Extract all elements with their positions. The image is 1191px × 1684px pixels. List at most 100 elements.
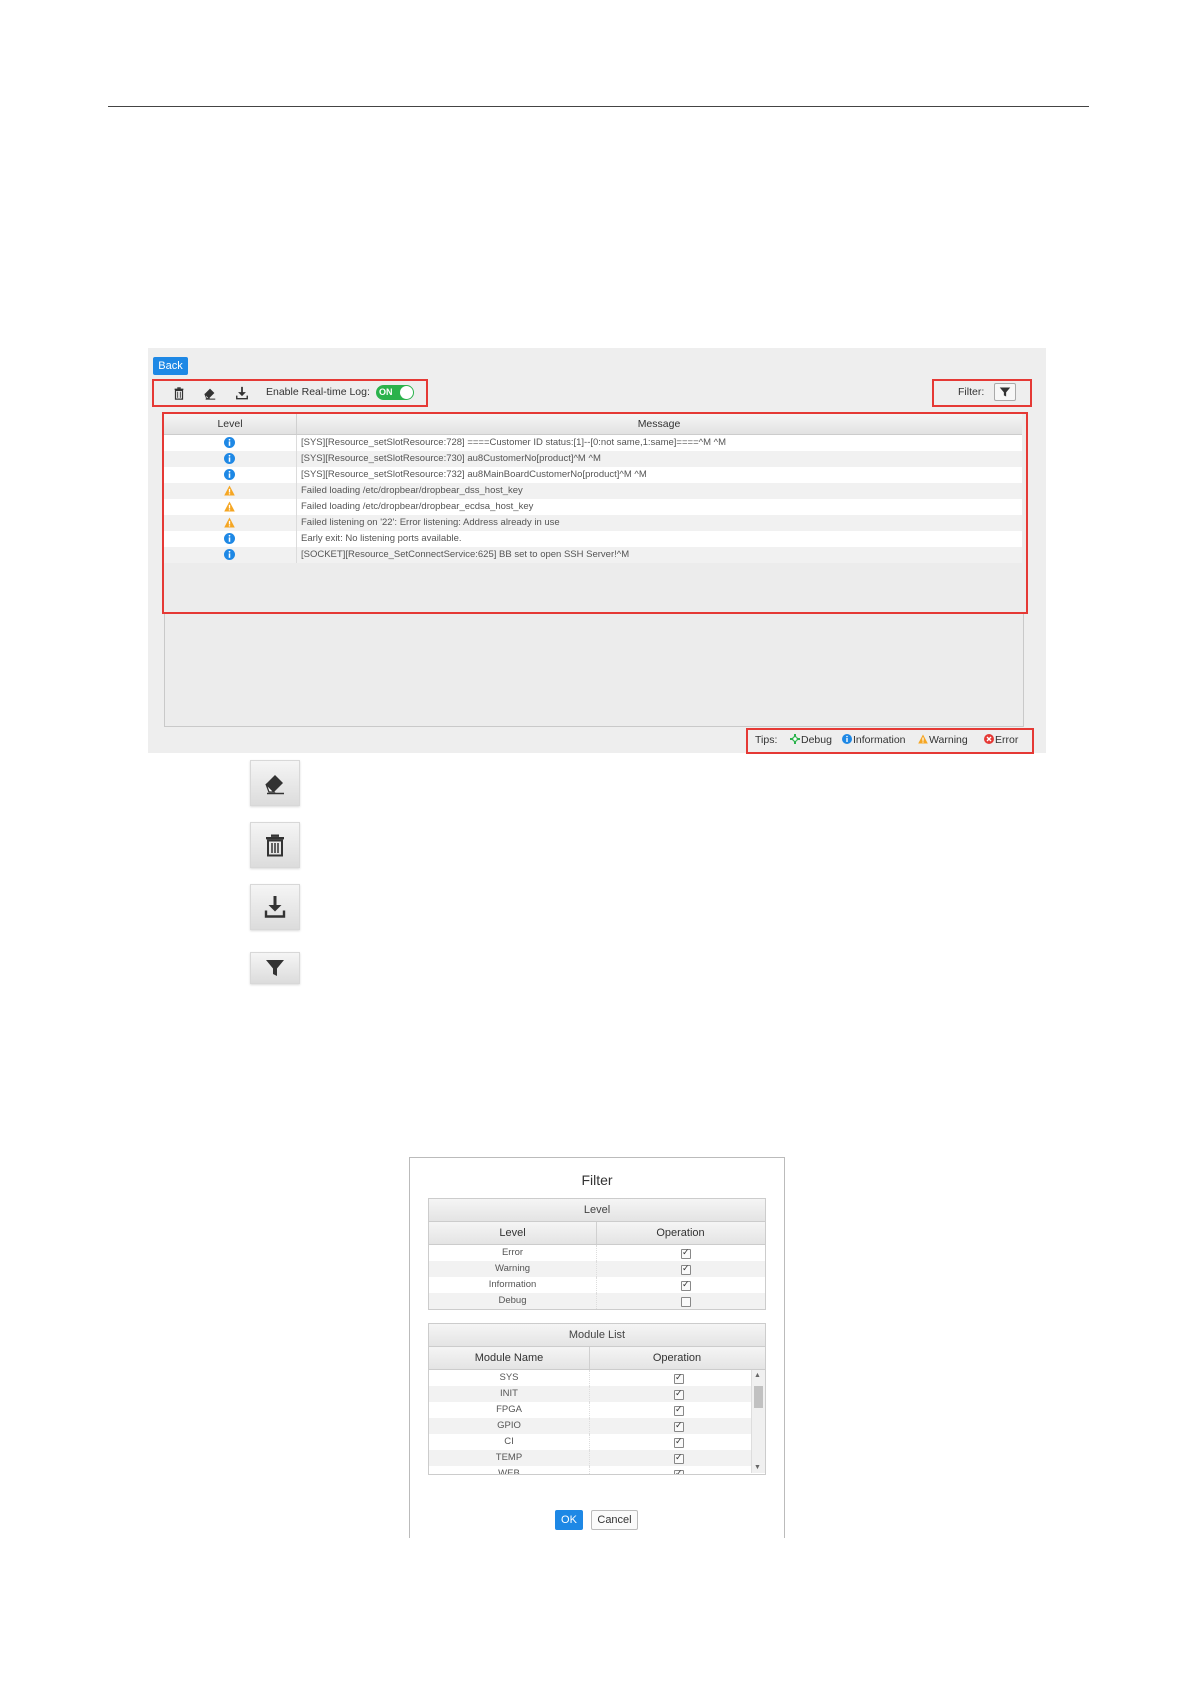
error-icon (984, 734, 994, 744)
log-row: Failed listening on '22': Error listenin… (164, 515, 1022, 531)
filter-checkbox[interactable] (674, 1452, 684, 1464)
eraser-icon (265, 775, 284, 795)
log-level-cell (164, 483, 297, 499)
log-level-cell (164, 531, 297, 547)
debug-icon (790, 734, 800, 744)
log-level-cell (164, 467, 297, 483)
filter-row-name: WEB (429, 1466, 590, 1474)
toggle-knob (400, 386, 413, 399)
tip-warning-label: Warning (929, 734, 968, 746)
log-message: Failed listening on '22': Error listenin… (301, 517, 560, 528)
filter-dialog-title: Filter (581, 1172, 613, 1188)
filter-checkbox[interactable] (681, 1263, 691, 1275)
page-divider (108, 106, 1089, 107)
filter-checkbox[interactable] (681, 1247, 691, 1259)
warning-icon (918, 734, 928, 744)
level-panel: Level Level Operation ErrorWarningInform… (428, 1198, 766, 1310)
warning-icon (224, 485, 235, 496)
log-message: [SYS][Resource_setSlotResource:730] au8C… (301, 453, 601, 464)
filter-checkbox[interactable] (674, 1388, 684, 1400)
log-row: [SYS][Resource_setSlotResource:730] au8C… (164, 451, 1022, 467)
realtime-log-label: Enable Real-time Log: (266, 386, 370, 398)
filter-checkbox[interactable] (674, 1468, 684, 1474)
legend-eraser (250, 760, 300, 806)
filter-row: SYS (429, 1370, 765, 1386)
legend-trash (250, 822, 300, 868)
information-icon (842, 734, 852, 744)
filter-row: Debug (429, 1293, 765, 1309)
tip-error-label: Error (995, 734, 1019, 746)
log-row: [SYS][Resource_setSlotResource:728] ====… (164, 435, 1022, 451)
scroll-down-icon[interactable]: ▼ (754, 1464, 761, 1471)
realtime-log-toggle[interactable]: ON (376, 385, 414, 400)
information-icon (224, 437, 235, 448)
filter-icon (266, 960, 284, 976)
log-row: Failed loading /etc/dropbear/dropbear_ec… (164, 499, 1022, 515)
filter-checkbox[interactable] (674, 1372, 684, 1384)
tip-debug: Debug (790, 734, 832, 746)
toggle-state-label: ON (379, 387, 393, 397)
filter-row: GPIO (429, 1418, 765, 1434)
log-row: [SYS][Resource_setSlotResource:732] au8M… (164, 467, 1022, 483)
log-message: Early exit: No listening ports available… (301, 533, 462, 544)
information-icon (224, 533, 235, 544)
filter-row: Warning (429, 1261, 765, 1277)
filter-row-name: Information (429, 1277, 597, 1293)
back-button[interactable]: Back (153, 357, 188, 375)
filter-label: Filter: (958, 386, 985, 398)
column-header-level: Level (164, 414, 297, 434)
filter-checkbox[interactable] (674, 1404, 684, 1416)
filter-row-name: SYS (429, 1370, 590, 1386)
filter-dialog: Filter Level Level Operation ErrorWarnin… (409, 1157, 785, 1538)
log-message: Failed loading /etc/dropbear/dropbear_ec… (301, 501, 534, 512)
log-row: Failed loading /etc/dropbear/dropbear_ds… (164, 483, 1022, 499)
column-header-operation: Operation (652, 1352, 702, 1364)
filter-row-name: INIT (429, 1386, 590, 1402)
log-screenshot: Back Enable Real-time Log: ON Filter: Le… (148, 348, 1046, 754)
ok-button[interactable]: OK (555, 1510, 583, 1530)
filter-row-name: Debug (429, 1293, 597, 1309)
trash-icon[interactable] (172, 386, 186, 400)
tip-error: Error (984, 734, 1018, 746)
eraser-icon[interactable] (203, 386, 217, 400)
scrollbar-thumb[interactable] (754, 1386, 763, 1408)
filter-row: FPGA (429, 1402, 765, 1418)
level-panel-title: Level (429, 1199, 765, 1222)
module-panel-header: Module Name Operation (429, 1347, 765, 1370)
log-level-cell (164, 435, 297, 451)
tip-information: Information (842, 734, 906, 746)
warning-icon (224, 517, 235, 528)
information-icon (224, 469, 235, 480)
information-icon (224, 549, 235, 560)
trash-icon (266, 834, 284, 857)
tip-warning: Warning (918, 734, 968, 746)
warning-icon (224, 501, 235, 512)
tip-information-label: Information (853, 734, 906, 746)
filter-checkbox[interactable] (674, 1420, 684, 1432)
module-list-scrollbar[interactable]: ▲ ▼ (751, 1370, 765, 1473)
filter-row-name: CI (429, 1434, 590, 1450)
log-toolbar: Enable Real-time Log: ON (152, 379, 428, 407)
filter-checkbox[interactable] (681, 1297, 691, 1307)
filter-button[interactable] (994, 383, 1016, 401)
log-message: [SYS][Resource_setSlotResource:732] au8M… (301, 469, 647, 480)
filter-row: CI (429, 1434, 765, 1450)
filter-control: Filter: (932, 379, 1032, 407)
log-row: [SOCKET][Resource_SetConnectService:625]… (164, 547, 1022, 563)
log-table-header: Level Message (164, 414, 1022, 435)
filter-icon (999, 387, 1011, 397)
cancel-button[interactable]: Cancel (591, 1510, 638, 1530)
column-header-message: Message (637, 418, 681, 430)
download-icon[interactable] (235, 386, 249, 400)
filter-row-name: FPGA (429, 1402, 590, 1418)
filter-row-name: Warning (429, 1261, 597, 1277)
filter-checkbox[interactable] (681, 1279, 691, 1291)
information-icon (224, 453, 235, 464)
log-message: [SYS][Resource_setSlotResource:728] ====… (301, 437, 727, 448)
module-panel-title: Module List (429, 1324, 765, 1347)
filter-row: TEMP (429, 1450, 765, 1466)
column-header-level: Level (429, 1222, 597, 1244)
scroll-up-icon[interactable]: ▲ (754, 1372, 761, 1379)
column-header-operation: Operation (656, 1227, 705, 1239)
filter-checkbox[interactable] (674, 1436, 684, 1448)
